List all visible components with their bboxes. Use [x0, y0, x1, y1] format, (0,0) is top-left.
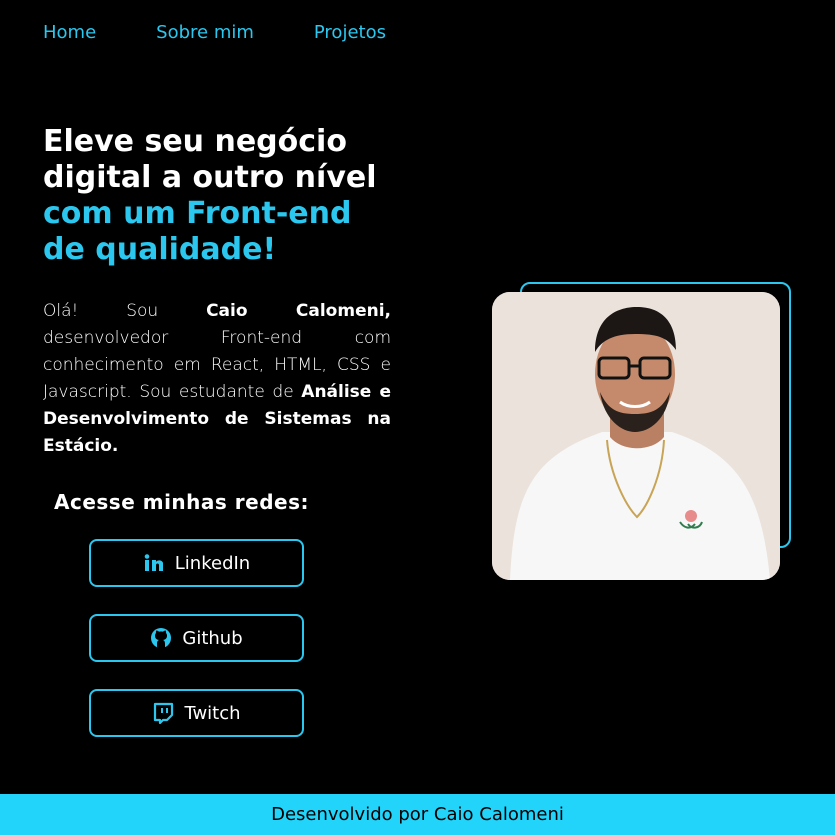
github-icon — [150, 627, 172, 649]
twitch-button-label: Twitch — [184, 702, 241, 724]
hero-title-accent-line1: com um Front-end — [43, 196, 352, 231]
twitch-button[interactable]: Twitch — [89, 689, 304, 737]
intro-text-1: Olá! Sou — [43, 301, 207, 321]
hero-title-accent-line2: de qualidade! — [43, 232, 277, 267]
github-button[interactable]: Github — [89, 614, 304, 662]
nav-link-projects[interactable]: Projetos — [314, 20, 386, 46]
intro-paragraph: Olá! Sou Caio Calomeni, desenvolvedor Fr… — [43, 298, 391, 460]
github-button-label: Github — [182, 627, 243, 649]
profile-photo — [492, 292, 780, 580]
linkedin-button-label: LinkedIn — [174, 552, 251, 574]
nav-link-about[interactable]: Sobre mim — [156, 20, 254, 46]
top-nav: Home Sobre mim Projetos — [43, 20, 446, 46]
hero-title-line2: digital a outro nível — [43, 160, 377, 195]
footer-credit: Desenvolvido por Caio Calomeni — [271, 804, 564, 825]
linkedin-icon — [143, 552, 165, 574]
footer: Desenvolvido por Caio Calomeni — [0, 794, 835, 835]
social-heading: Acesse minhas redes: — [54, 490, 309, 514]
twitch-icon — [152, 702, 174, 724]
hero-title-line1: Eleve seu negócio — [43, 124, 347, 159]
hero-title: Eleve seu negócio digital a outro nível … — [43, 124, 423, 268]
intro-name: Caio Calomeni, — [206, 301, 391, 321]
nav-link-home[interactable]: Home — [43, 20, 96, 46]
linkedin-button[interactable]: LinkedIn — [89, 539, 304, 587]
